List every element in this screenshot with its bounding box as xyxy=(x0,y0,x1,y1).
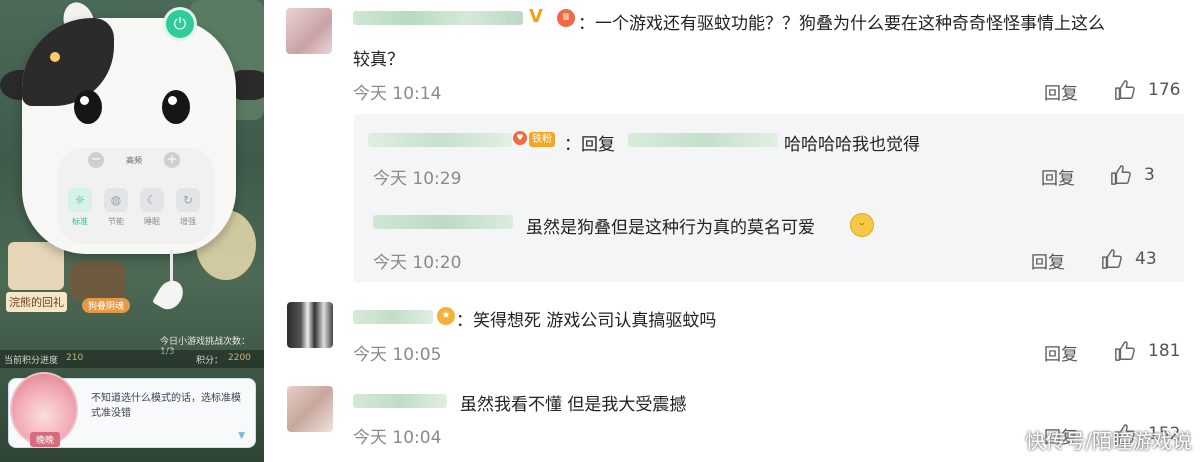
gift-label: 浣熊的回礼 xyxy=(6,292,67,312)
dialog-text: 不知道选什么模式的话，选标准模式准没错 xyxy=(91,393,241,419)
thumbs-up-icon xyxy=(1102,249,1122,269)
sun-icon: ☼ xyxy=(68,188,92,212)
comment-time: 今天 10:20 xyxy=(373,253,462,273)
boost-icon: ↻ xyxy=(176,188,200,212)
thumbs-up-icon xyxy=(1115,80,1135,100)
mode-control-panel: − 高频 + ☼ 标准 ◍ 节能 ☾ 睡眠 ↻ 增强 xyxy=(58,148,214,244)
mode-boost[interactable]: ↻ 增强 xyxy=(174,188,202,227)
fan-badge-icon: ★ xyxy=(437,307,455,325)
cow-eye-right xyxy=(162,90,190,124)
reply-button[interactable]: 回复 xyxy=(1044,79,1078,104)
comment-time: 今天 10:04 xyxy=(353,428,442,448)
progress-bar-row: 当前积分进度 210 积分： 2200 xyxy=(0,350,264,368)
next-arrow-icon: ▼ xyxy=(238,431,245,441)
username-blurred[interactable] xyxy=(368,133,512,147)
cow-tail xyxy=(152,276,188,314)
reply-button[interactable]: 回复 xyxy=(1041,164,1075,189)
level-label: 高频 xyxy=(126,155,142,165)
username-blurred[interactable] xyxy=(373,215,513,229)
comment-text: 哈哈哈哈我也觉得 xyxy=(784,135,920,155)
gift-box-image xyxy=(8,242,64,290)
fan-badge: 铁粉 xyxy=(529,132,555,147)
user-avatar[interactable] xyxy=(287,302,333,348)
like-count: 3 xyxy=(1144,165,1155,185)
watermark: 快传号/陌瞳游戏说 xyxy=(1025,429,1192,453)
like-button[interactable]: 181 xyxy=(1114,340,1180,362)
cow-ear-right xyxy=(232,70,264,100)
comment-text-continued: 较真？ xyxy=(353,50,404,70)
vip-badge-icon: Ⅲ xyxy=(557,9,575,27)
progress-value: 210 xyxy=(66,353,84,363)
score-value: 2200 xyxy=(228,353,251,363)
orange-tag: 狗叠阴魂 xyxy=(82,298,131,313)
mode-label: 节能 xyxy=(108,217,124,226)
mode-sleep[interactable]: ☾ 睡眠 xyxy=(138,188,166,227)
cow-eye-left xyxy=(74,90,102,124)
score-label: 积分： xyxy=(196,356,224,366)
like-count: 181 xyxy=(1148,341,1181,361)
reply-button[interactable]: 回复 xyxy=(1031,248,1065,273)
reply-target-blurred[interactable] xyxy=(628,133,778,147)
comment-text: 虽然我看不懂 但是我大受震撼 xyxy=(460,395,687,415)
like-button[interactable]: 43 xyxy=(1101,248,1157,270)
like-count: 43 xyxy=(1135,249,1157,269)
progress-label: 当前积分进度 xyxy=(4,356,59,366)
indicator-dot xyxy=(50,52,60,62)
comment-text: 虽然是狗叠但是这种行为真的莫名可爱 xyxy=(526,218,815,238)
bulb-icon: ◍ xyxy=(104,188,128,212)
mode-eco[interactable]: ◍ 节能 xyxy=(102,188,130,227)
like-button[interactable]: 3 xyxy=(1110,164,1155,186)
increase-button[interactable]: + xyxy=(164,152,180,168)
mode-label: 增强 xyxy=(180,217,196,226)
comment-time: 今天 10:14 xyxy=(353,84,442,104)
mode-standard[interactable]: ☼ 标准 xyxy=(66,188,94,227)
comment-time: 今天 10:05 xyxy=(353,345,442,365)
game-screenshot-panel: 浣熊的回礼 狗叠阴魂 今日小游戏挑战次数：1/3 ⏻ − 高频 + ☼ 标准 ◍… xyxy=(0,0,264,462)
power-button[interactable]: ⏻ xyxy=(166,10,194,38)
power-icon: ⏻ xyxy=(173,14,187,33)
mode-label: 标准 xyxy=(72,217,88,226)
like-count: 176 xyxy=(1148,80,1181,100)
user-avatar[interactable] xyxy=(287,386,333,432)
thumbs-up-icon xyxy=(1115,341,1135,361)
like-button[interactable]: 176 xyxy=(1114,79,1180,101)
username-blurred[interactable] xyxy=(353,11,523,25)
mode-label: 睡眠 xyxy=(144,217,160,226)
username-blurred[interactable] xyxy=(353,310,433,324)
verified-v-icon: V xyxy=(529,6,543,27)
reply-prefix: ：回复 xyxy=(564,135,615,155)
comment-text: ：笑得想死 游戏公司认真搞驱蚊吗 xyxy=(456,311,717,331)
moon-icon: ☾ xyxy=(140,188,164,212)
comment-text: ：一个游戏还有驱蚊功能？？狗叠为什么要在这种奇奇怪怪事情上这么 xyxy=(578,14,1105,34)
username-blurred[interactable] xyxy=(353,394,447,408)
user-avatar[interactable] xyxy=(286,8,332,54)
reply-button[interactable]: 回复 xyxy=(1044,340,1078,365)
thumbs-up-icon xyxy=(1111,165,1131,185)
decrease-button[interactable]: − xyxy=(88,152,104,168)
fan-heart-icon: ♥ xyxy=(513,131,527,145)
speaker-name: 晚晚 xyxy=(30,432,61,447)
bg-item xyxy=(70,262,126,300)
sweat-emoji-icon: ᵕ xyxy=(850,213,874,237)
comment-time: 今天 10:29 xyxy=(373,169,462,189)
